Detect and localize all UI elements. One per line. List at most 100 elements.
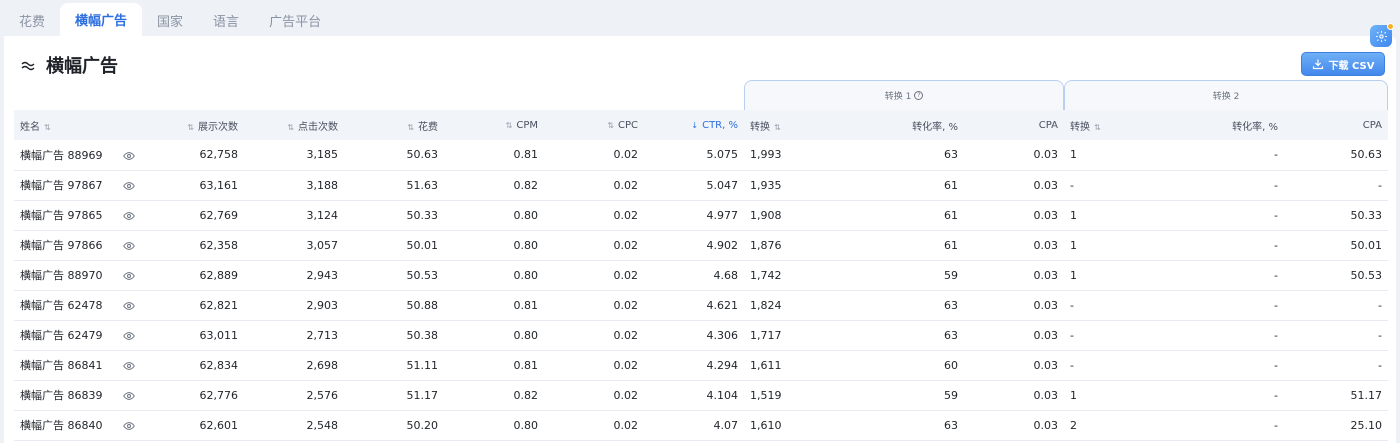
- tab-countries[interactable]: 国家: [142, 4, 198, 36]
- table-row[interactable]: 横幅广告 62479 63,011 2,713 50.38 0.80 0.02 …: [14, 320, 1388, 351]
- conversion-1-cell: 1,993: [744, 140, 814, 171]
- rate-1-cell: 63: [814, 410, 964, 441]
- row-name[interactable]: 横幅广告 97865: [20, 209, 103, 222]
- tab-spend[interactable]: 花费: [4, 4, 60, 36]
- column-header-rate-1[interactable]: 转化率, %: [814, 110, 964, 140]
- row-name[interactable]: 横幅广告 86839: [20, 389, 103, 402]
- download-csv-button[interactable]: 下载 CSV: [1301, 52, 1385, 76]
- rate-2-cell: -: [1174, 320, 1284, 351]
- column-header-cpa-2[interactable]: CPA: [1284, 110, 1388, 140]
- table-row[interactable]: 横幅广告 88969 62,758 3,185 50.63 0.81 0.02 …: [14, 140, 1388, 171]
- column-header-ctr[interactable]: ↓ CTR, %: [644, 110, 744, 140]
- table-body: 横幅广告 88969 62,758 3,185 50.63 0.81 0.02 …: [14, 140, 1388, 441]
- cpm-cell: 0.80: [444, 230, 544, 261]
- banners-table: 姓名 ⇅ ⇅ 展示次数 ⇅ 点击次数 ⇅ 花费 ⇅ CPM ⇅ CPC ↓ CTR, % 转换…: [14, 110, 1388, 441]
- conversion-1-cell: 1,611: [744, 350, 814, 381]
- column-header-cpc[interactable]: ⇅ CPC: [544, 110, 644, 140]
- page-title: 横幅广告: [46, 56, 118, 77]
- column-header-name[interactable]: 姓名 ⇅: [14, 110, 144, 140]
- conversion-2-group-header: 转换 2: [1064, 80, 1388, 110]
- question-icon[interactable]: ?: [914, 91, 924, 100]
- column-header-conversion-1[interactable]: 转换 ⇅: [744, 110, 814, 140]
- clicks-cell: 2,713: [244, 320, 344, 351]
- conversion-2-cell: -: [1064, 170, 1174, 201]
- table-row[interactable]: 横幅广告 62478 62,821 2,903 50.88 0.81 0.02 …: [14, 290, 1388, 321]
- table-row[interactable]: 横幅广告 97867 63,161 3,188 51.63 0.82 0.02 …: [14, 170, 1388, 201]
- ctr-cell: 4.977: [644, 200, 744, 231]
- spend-cell: 50.38: [344, 320, 444, 351]
- table-row[interactable]: 横幅广告 97866 62,358 3,057 50.01 0.80 0.02 …: [14, 230, 1388, 261]
- eye-icon[interactable]: [122, 210, 135, 222]
- table-row[interactable]: 横幅广告 86840 62,601 2,548 50.20 0.80 0.02 …: [14, 410, 1388, 441]
- column-cpm-label: CPM: [516, 119, 538, 131]
- column-header-conversion-2[interactable]: 转换 ⇅: [1064, 110, 1174, 140]
- rate-1-cell: 63: [814, 320, 964, 351]
- row-name[interactable]: 横幅广告 97867: [20, 179, 103, 192]
- rate-2-cell: -: [1174, 410, 1284, 441]
- row-name-cell: 横幅广告 62478: [14, 290, 144, 321]
- column-spend-label: 花费: [418, 121, 438, 133]
- row-name-cell: 横幅广告 88969: [14, 140, 144, 171]
- column-ctr-label: CTR, %: [702, 119, 738, 131]
- conversion-2-cell: 1: [1064, 230, 1174, 261]
- tab-languages[interactable]: 语言: [198, 4, 254, 36]
- cpm-cell: 0.80: [444, 200, 544, 231]
- conversion-2-cell: -: [1064, 320, 1174, 351]
- cpa-1-cell: 0.03: [964, 290, 1064, 321]
- conversion-2-cell: 1: [1064, 260, 1174, 291]
- table-row[interactable]: 横幅广告 88970 62,889 2,943 50.53 0.80 0.02 …: [14, 260, 1388, 291]
- spend-cell: 50.20: [344, 410, 444, 441]
- clicks-cell: 2,576: [244, 380, 344, 411]
- spend-cell: 51.63: [344, 170, 444, 201]
- cpc-cell: 0.02: [544, 170, 644, 201]
- eye-icon[interactable]: [122, 390, 135, 402]
- eye-icon[interactable]: [122, 240, 135, 252]
- column-header-cpa-1[interactable]: CPA: [964, 110, 1064, 140]
- eye-icon[interactable]: [122, 420, 135, 432]
- cpa-2-cell: 50.01: [1284, 230, 1388, 261]
- row-name[interactable]: 横幅广告 62478: [20, 299, 103, 312]
- eye-icon[interactable]: [122, 300, 135, 312]
- table-row[interactable]: 横幅广告 86841 62,834 2,698 51.11 0.81 0.02 …: [14, 350, 1388, 381]
- spend-cell: 50.33: [344, 200, 444, 231]
- conversion-1-cell: 1,824: [744, 290, 814, 321]
- settings-button[interactable]: [1370, 23, 1394, 47]
- conversion-2-cell: 2: [1064, 410, 1174, 441]
- column-header-rate-2[interactable]: 转化率, %: [1174, 110, 1284, 140]
- impressions-cell: 62,776: [144, 380, 244, 411]
- eye-icon[interactable]: [122, 180, 135, 192]
- rate-1-cell: 61: [814, 170, 964, 201]
- column-header-cpm[interactable]: ⇅ CPM: [444, 110, 544, 140]
- row-name[interactable]: 横幅广告 88969: [20, 149, 103, 162]
- row-name[interactable]: 横幅广告 88970: [20, 269, 103, 282]
- column-header-spend[interactable]: ⇅ 花费: [344, 110, 444, 140]
- cpm-cell: 0.82: [444, 170, 544, 201]
- conversion-1-cell: 1,717: [744, 320, 814, 351]
- clicks-cell: 2,943: [244, 260, 344, 291]
- eye-icon[interactable]: [122, 150, 135, 162]
- cpc-cell: 0.02: [544, 140, 644, 171]
- row-name[interactable]: 横幅广告 86840: [20, 419, 103, 432]
- row-name[interactable]: 横幅广告 86841: [20, 359, 103, 372]
- cpm-cell: 0.81: [444, 350, 544, 381]
- table-row[interactable]: 横幅广告 86839 62,776 2,576 51.17 0.82 0.02 …: [14, 380, 1388, 411]
- rate-2-cell: -: [1174, 290, 1284, 321]
- cpm-cell: 0.80: [444, 320, 544, 351]
- row-name[interactable]: 横幅广告 97866: [20, 239, 103, 252]
- rate-1-cell: 59: [814, 380, 964, 411]
- cpa-1-cell: 0.03: [964, 230, 1064, 261]
- tab-banners[interactable]: 横幅广告: [60, 3, 143, 36]
- ctr-cell: 4.902: [644, 230, 744, 261]
- row-name[interactable]: 横幅广告 62479: [20, 329, 103, 342]
- ctr-cell: 4.306: [644, 320, 744, 351]
- column-header-clicks[interactable]: ⇅ 点击次数: [244, 110, 344, 140]
- tab-ad-platforms[interactable]: 广告平台: [254, 4, 336, 36]
- eye-icon[interactable]: [122, 330, 135, 342]
- table-row[interactable]: 横幅广告 97865 62,769 3,124 50.33 0.80 0.02 …: [14, 200, 1388, 231]
- cpa-2-cell: 51.17: [1284, 380, 1388, 411]
- clicks-cell: 2,903: [244, 290, 344, 321]
- impressions-cell: 62,769: [144, 200, 244, 231]
- eye-icon[interactable]: [122, 360, 135, 372]
- column-header-impressions[interactable]: ⇅ 展示次数: [144, 110, 244, 140]
- eye-icon[interactable]: [122, 270, 135, 282]
